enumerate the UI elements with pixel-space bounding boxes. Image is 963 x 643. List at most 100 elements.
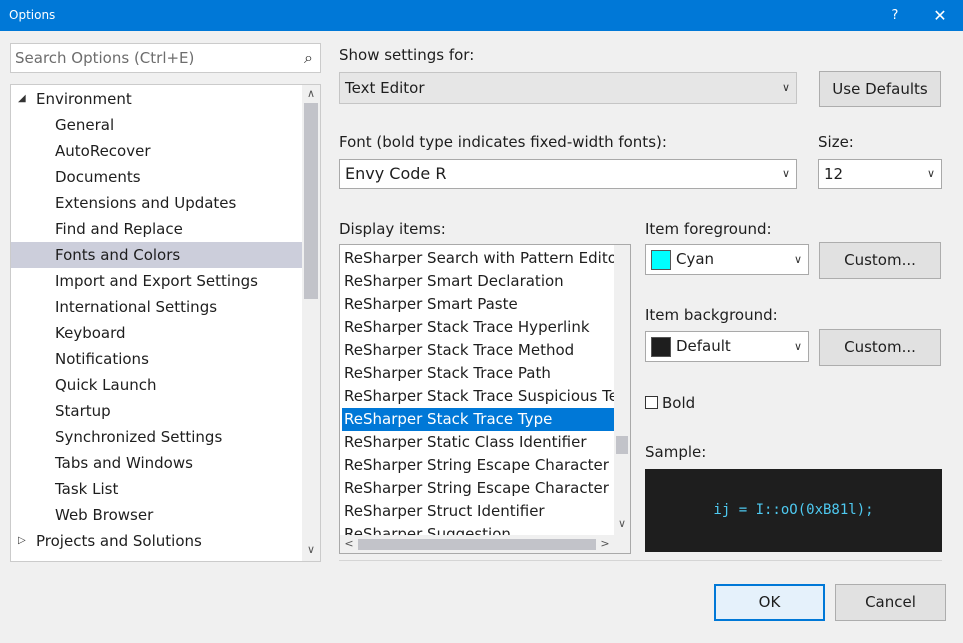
tree-item[interactable]: Documents (11, 164, 302, 190)
tree-item-label: Projects and Solutions (36, 532, 202, 550)
tree-item-label: Find and Replace (55, 220, 183, 238)
display-item[interactable]: ReSharper Stack Trace Method (342, 339, 614, 362)
tree-item[interactable]: Extensions and Updates (11, 190, 302, 216)
tree-item-label: Task List (55, 480, 119, 498)
tree-item[interactable]: Find and Replace (11, 216, 302, 242)
show-settings-label: Show settings for: (339, 46, 475, 64)
size-label: Size: (818, 133, 854, 151)
display-item-label: ReSharper Smart Declaration (344, 272, 564, 290)
tree-item-label: Keyboard (55, 324, 126, 342)
display-item[interactable]: ReSharper Search with Pattern Editor (342, 247, 614, 270)
display-item[interactable]: ReSharper Smart Declaration (342, 270, 614, 293)
display-item-label: ReSharper Static Class Identifier (344, 433, 587, 451)
display-item[interactable]: ReSharper Smart Paste (342, 293, 614, 316)
tree-item[interactable]: Fonts and Colors (11, 242, 302, 268)
foreground-color-swatch (651, 250, 671, 270)
display-item[interactable]: ReSharper String Escape Character 1 (342, 454, 614, 477)
font-value: Envy Code R (345, 164, 447, 183)
tree-item[interactable]: Startup (11, 398, 302, 424)
chevron-down-icon: ∨ (793, 253, 802, 266)
tree-item-label: Documents (55, 168, 141, 186)
separator (339, 560, 942, 561)
search-box: ⌕ (10, 43, 321, 73)
scroll-down-icon[interactable]: ∨ (302, 543, 320, 556)
display-item[interactable]: ReSharper Stack Trace Hyperlink (342, 316, 614, 339)
display-item-label: ReSharper Stack Trace Hyperlink (344, 318, 590, 336)
list-horizontal-thumb[interactable] (358, 539, 596, 550)
tree-item[interactable]: ◢ Environment (11, 86, 302, 112)
scroll-down-icon[interactable]: ∨ (613, 517, 630, 530)
options-tree: ◢ Environment General AutoRecover Documents E… (10, 84, 321, 562)
tree-scroll-thumb[interactable] (304, 103, 318, 299)
item-background-value: Default (676, 337, 731, 355)
display-item-label: ReSharper Stack Trace Suspicious Text (344, 387, 614, 405)
tree-item-label: Notifications (55, 350, 149, 368)
ok-button[interactable]: OK (714, 584, 825, 621)
use-defaults-button[interactable]: Use Defaults (819, 71, 941, 107)
background-custom-button[interactable]: Custom... (819, 329, 941, 366)
background-color-swatch (651, 337, 671, 357)
tree-item[interactable]: Synchronized Settings (11, 424, 302, 450)
tree-item[interactable]: Quick Launch (11, 372, 302, 398)
expand-arrow-icon[interactable]: ▷ (18, 528, 28, 554)
item-background-combo[interactable]: Default ∨ (645, 331, 809, 362)
tree-item-label: International Settings (55, 298, 218, 316)
title-bar: Options ? ✕ (0, 0, 963, 31)
display-item[interactable]: ReSharper Stack Trace Type (342, 408, 614, 431)
display-items-list: ReSharper Search with Pattern Editor ReSh… (339, 244, 631, 554)
tree-item-label: AutoRecover (55, 142, 151, 160)
item-foreground-value: Cyan (676, 250, 715, 268)
tree-item-label: Web Browser (55, 506, 154, 524)
chevron-down-icon: ∨ (926, 167, 935, 180)
bold-checkbox[interactable] (645, 396, 658, 409)
chevron-down-icon: ∨ (793, 340, 802, 353)
size-combo[interactable]: 12 ∨ (818, 159, 942, 189)
display-item-label: ReSharper Struct Identifier (344, 502, 545, 520)
collapse-arrow-icon[interactable]: ◢ (18, 86, 28, 112)
tree-item[interactable]: Tabs and Windows (11, 450, 302, 476)
tree-item[interactable]: Import and Export Settings (11, 268, 302, 294)
help-button[interactable]: ? (880, 0, 910, 31)
list-vertical-scrollbar[interactable]: ∨ (614, 245, 630, 535)
display-items-label: Display items: (339, 220, 446, 238)
search-icon[interactable]: ⌕ (304, 48, 320, 68)
tree-item[interactable]: Keyboard (11, 320, 302, 346)
tree-item[interactable]: Task List (11, 476, 302, 502)
display-item[interactable]: ReSharper Struct Identifier (342, 500, 614, 523)
scroll-left-icon[interactable]: < (340, 537, 358, 550)
item-background-label: Item background: (645, 306, 778, 324)
close-button[interactable]: ✕ (925, 0, 955, 31)
show-settings-combo[interactable]: Text Editor ∨ (339, 72, 797, 104)
tree-item[interactable]: AutoRecover (11, 138, 302, 164)
tree-item-label: Extensions and Updates (55, 194, 237, 212)
display-item[interactable]: ReSharper Stack Trace Path (342, 362, 614, 385)
foreground-custom-button[interactable]: Custom... (819, 242, 941, 279)
display-item-label: ReSharper Smart Paste (344, 295, 518, 313)
tree-item[interactable]: ▷ Projects and Solutions (11, 528, 302, 554)
tree-item[interactable]: Notifications (11, 346, 302, 372)
list-vertical-thumb[interactable] (616, 436, 628, 454)
cancel-button[interactable]: Cancel (835, 584, 946, 621)
bold-label[interactable]: Bold (662, 394, 695, 412)
display-item-label: ReSharper Search with Pattern Editor (344, 249, 614, 267)
item-foreground-combo[interactable]: Cyan ∨ (645, 244, 809, 275)
font-combo[interactable]: Envy Code R ∨ (339, 159, 797, 189)
tree-item-label: General (55, 116, 115, 134)
scroll-right-icon[interactable]: > (596, 537, 614, 550)
scroll-up-icon[interactable]: ∧ (302, 87, 320, 100)
display-item[interactable]: ReSharper String Escape Character 2 (342, 477, 614, 500)
item-foreground-label: Item foreground: (645, 220, 772, 238)
tree-item[interactable]: General (11, 112, 302, 138)
sample-preview: ij = I::oO(0xB81l); (645, 469, 942, 552)
tree-item[interactable]: Web Browser (11, 502, 302, 528)
display-item[interactable]: ReSharper Stack Trace Suspicious Text (342, 385, 614, 408)
tree-item-label: Import and Export Settings (55, 272, 258, 290)
display-item[interactable]: ReSharper Static Class Identifier (342, 431, 614, 454)
show-settings-value: Text Editor (345, 79, 425, 97)
search-input[interactable] (15, 47, 295, 69)
display-item-label: ReSharper Stack Trace Path (344, 364, 551, 382)
font-label: Font (bold type indicates fixed-width fo… (339, 133, 667, 151)
tree-item[interactable]: International Settings (11, 294, 302, 320)
display-item-label: ReSharper Stack Trace Type (344, 410, 553, 428)
sample-text: ij = I::oO(0xB81l); (713, 502, 874, 518)
